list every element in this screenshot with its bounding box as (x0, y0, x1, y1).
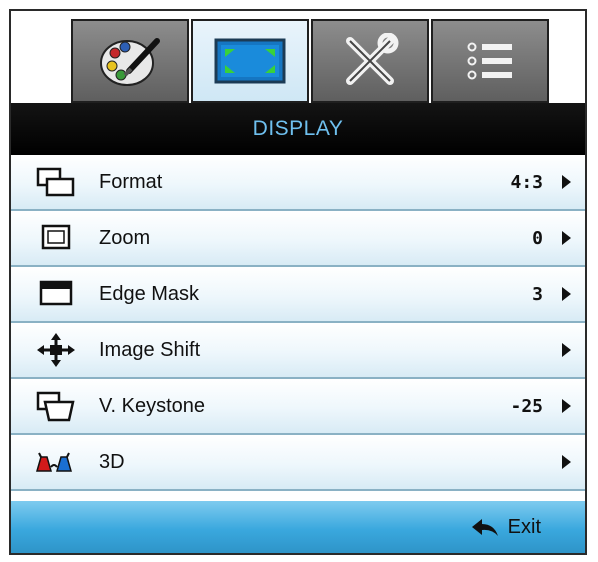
menu-item-3d[interactable]: 3D (11, 435, 585, 491)
menu-item-label: Image Shift (99, 338, 201, 361)
tab-bar (71, 11, 561, 103)
list-options-icon (467, 42, 512, 80)
exit-label: Exit (507, 515, 541, 538)
chevron-right-icon (562, 455, 571, 469)
edge-mask-icon (39, 280, 73, 306)
chevron-right-icon (562, 287, 571, 301)
menu-item-zoom[interactable]: Zoom 0 (11, 211, 585, 267)
tab-image-settings[interactable] (71, 19, 189, 103)
tab-display[interactable] (191, 19, 309, 103)
menu-item-value: 3 (532, 283, 543, 305)
zoom-icon (41, 224, 71, 250)
tools-icon (346, 33, 399, 85)
tab-options[interactable] (431, 19, 549, 103)
menu-footer: Exit (11, 501, 585, 553)
return-arrow-icon (471, 519, 498, 536)
menu-item-v-keystone[interactable]: V. Keystone -25 (11, 379, 585, 435)
chevron-right-icon (562, 399, 571, 413)
palette-icon (100, 38, 160, 86)
3d-glasses-icon (36, 452, 72, 472)
menu-item-value: 0 (532, 227, 543, 249)
osd-menu-frame: DISPLAY Format 4:3 Zoom 0 Edge Mask 3 Im… (9, 9, 587, 555)
menu-item-value: 4:3 (510, 171, 543, 193)
keystone-icon (36, 391, 75, 422)
menu-item-label: Zoom (99, 226, 151, 249)
exit-button[interactable]: Exit (470, 516, 541, 539)
menu-item-edge-mask[interactable]: Edge Mask 3 (11, 267, 585, 323)
menu-item-label: V. Keystone (99, 394, 206, 417)
menu-item-value: -25 (510, 395, 543, 417)
menu-item-image-shift[interactable]: Image Shift (11, 323, 585, 379)
tab-setup[interactable] (311, 19, 429, 103)
menu-item-format[interactable]: Format 4:3 (11, 155, 585, 211)
display-screen-icon (214, 38, 286, 84)
menu-item-label: Edge Mask (99, 282, 200, 305)
menu-item-label: 3D (99, 450, 125, 473)
chevron-right-icon (562, 231, 571, 245)
menu-title: DISPLAY (11, 103, 585, 155)
chevron-right-icon (562, 175, 571, 189)
display-menu-list: Format 4:3 Zoom 0 Edge Mask 3 Image Shif… (11, 155, 585, 491)
image-shift-icon (37, 333, 75, 367)
format-icon (36, 167, 75, 197)
menu-item-label: Format (99, 170, 163, 193)
chevron-right-icon (562, 343, 571, 357)
